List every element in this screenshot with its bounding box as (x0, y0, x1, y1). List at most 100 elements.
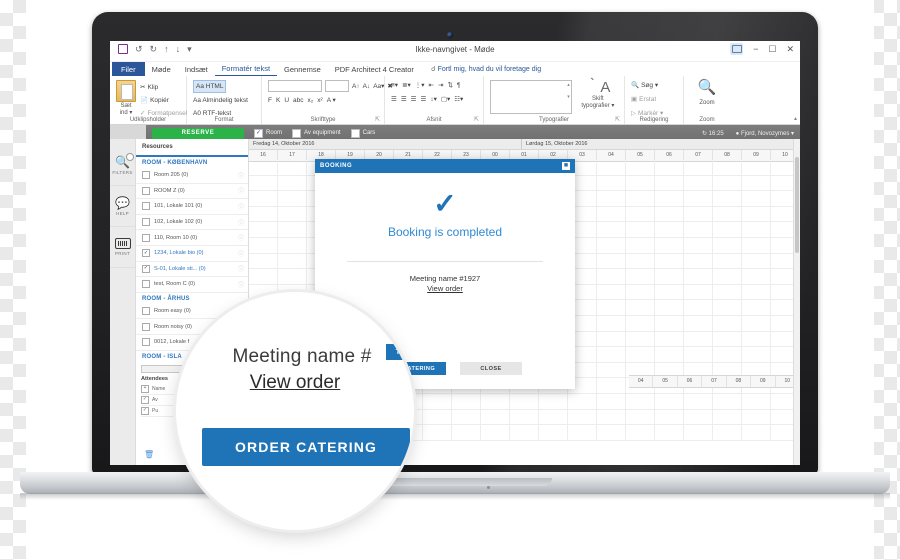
format-html-item[interactable]: Aa HTML (193, 80, 227, 93)
grid-cell[interactable] (655, 222, 684, 237)
grid-cell[interactable] (597, 425, 626, 440)
ribbon-tabs[interactable]: Filer Møde Indsæt Formatér tekst Gennems… (110, 61, 800, 77)
grid-cell[interactable] (684, 222, 713, 237)
scrollbar-thumb[interactable] (795, 157, 799, 253)
grid-cell[interactable] (742, 175, 771, 191)
resource-row[interactable]: test, Room C (0) ⓘ (136, 277, 248, 293)
font-color-icon[interactable]: A ▾ (327, 95, 336, 106)
tell-me-box[interactable]: ☌ Fortl mig, hvad du vil foretage dig (431, 65, 541, 73)
resource-row[interactable]: ROOM Z (0) ⓘ (136, 184, 248, 200)
resource-row[interactable]: ✓ 1234, Lokale bio (0) ⓘ (136, 246, 248, 262)
grid-cell[interactable] (278, 222, 307, 237)
grid-cell[interactable] (249, 269, 278, 284)
paste-label[interactable]: Sæt ind ▾ (116, 103, 136, 117)
font-family-input[interactable] (268, 80, 322, 92)
grid-cell[interactable] (626, 347, 655, 362)
remove-icon[interactable]: ⓘ (238, 202, 244, 211)
grid-cell[interactable] (713, 253, 742, 269)
change-case-icon[interactable]: Aa▾ (373, 81, 384, 92)
resource-checkbox[interactable] (142, 338, 150, 347)
grid-cell[interactable] (684, 331, 713, 347)
numbering-icon[interactable]: ≣▾ (402, 80, 411, 91)
grid-cell[interactable] (684, 237, 713, 253)
resource-row[interactable]: Room 205 (0) ⓘ (136, 168, 248, 184)
resource-checkbox[interactable] (142, 186, 150, 195)
font-dialog-launcher-icon[interactable]: ⇱ (375, 116, 380, 123)
grid-cell[interactable] (684, 315, 713, 331)
cars-checkbox[interactable] (350, 128, 360, 138)
grid-cell[interactable] (713, 269, 742, 284)
grid-cell[interactable] (742, 191, 771, 206)
grid-cell[interactable] (655, 300, 684, 315)
grid-cell[interactable] (684, 300, 713, 315)
grid-cell[interactable] (684, 175, 713, 191)
grid-cell[interactable] (452, 425, 481, 440)
grid-cell[interactable] (568, 393, 597, 409)
italic-icon[interactable]: K (276, 95, 280, 106)
resource-checkbox[interactable] (142, 280, 150, 289)
grid-cell[interactable] (249, 191, 278, 206)
multilevel-list-icon[interactable]: ⋮▾ (415, 80, 425, 91)
grid-cell[interactable] (597, 362, 626, 378)
grid-cell[interactable] (742, 237, 771, 253)
indent-increase-icon[interactable]: ⇥ (438, 80, 443, 91)
subscript-icon[interactable]: x₂ (308, 95, 314, 106)
grid-cell[interactable] (626, 191, 655, 206)
resource-checkbox[interactable] (142, 307, 150, 316)
grid-cell[interactable] (249, 237, 278, 253)
close-button[interactable]: CLOSE (460, 362, 522, 375)
resource-checkbox[interactable] (142, 322, 150, 331)
grid-cell[interactable] (278, 237, 307, 253)
grid-cell[interactable] (742, 222, 771, 237)
grid-cell[interactable] (684, 253, 713, 269)
grid-cell[interactable] (742, 284, 771, 300)
grid-cell[interactable] (249, 175, 278, 191)
grid-cell[interactable] (626, 331, 655, 347)
grow-font-icon[interactable]: A↑ (352, 81, 360, 92)
justify-icon[interactable]: ☰ (420, 94, 426, 105)
user-menu[interactable]: ● Fjord, Novozymes ▾ (736, 130, 794, 137)
grid-cell[interactable] (713, 175, 742, 191)
grid-cell[interactable] (713, 191, 742, 206)
grid-cell[interactable] (597, 237, 626, 253)
shrink-font-icon[interactable]: A↓ (363, 81, 371, 92)
resource-checkbox[interactable] (142, 171, 150, 180)
change-styles-icon[interactable]: ｀A (585, 80, 610, 96)
remove-icon[interactable]: ⓘ (238, 264, 244, 273)
grid-cell[interactable] (713, 222, 742, 237)
grid-cell[interactable] (249, 222, 278, 237)
grid-cell[interactable] (626, 237, 655, 253)
grid-cell[interactable] (655, 409, 684, 425)
resource-checkbox[interactable]: ✓ (142, 249, 150, 258)
sort-icon[interactable]: ⇅ (447, 80, 452, 91)
grid-cell[interactable] (713, 284, 742, 300)
grid-cell[interactable] (626, 300, 655, 315)
tab-mode[interactable]: Møde (145, 63, 178, 76)
filter-room[interactable]: ✓ Room (254, 128, 282, 138)
styles-gallery-arrows[interactable]: ▴ ▾ (567, 82, 570, 100)
grid-cell[interactable] (713, 300, 742, 315)
grid-cell[interactable] (597, 378, 626, 393)
resource-row[interactable]: 102, Lokale 102 (0) ⓘ (136, 215, 248, 231)
resource-row[interactable]: 101, Lokale 101 (0) ⓘ (136, 199, 248, 215)
grid-cell[interactable] (684, 393, 713, 409)
trash-icon[interactable]: 🗑 (144, 450, 154, 459)
restore-icon[interactable]: ☐ (768, 44, 776, 55)
grid-cell[interactable] (597, 175, 626, 191)
grid-cell[interactable] (742, 206, 771, 222)
grid-cell[interactable] (684, 206, 713, 222)
copy-item[interactable]: 📄 Kopiér (140, 95, 187, 106)
grid-cell[interactable] (452, 409, 481, 425)
grid-cell[interactable] (655, 393, 684, 409)
grid-cell[interactable] (249, 253, 278, 269)
grid-cell[interactable] (568, 409, 597, 425)
superscript-icon[interactable]: x² (317, 95, 322, 106)
grid-cell[interactable] (423, 409, 452, 425)
av-equipment-checkbox[interactable] (292, 128, 302, 138)
align-right-icon[interactable]: ☰ (411, 94, 417, 105)
indent-decrease-icon[interactable]: ⇤ (429, 80, 434, 91)
grid-cell[interactable] (278, 253, 307, 269)
grid-cell[interactable] (742, 409, 771, 425)
grid-cell[interactable] (742, 160, 771, 175)
grid-cell[interactable] (481, 393, 510, 409)
